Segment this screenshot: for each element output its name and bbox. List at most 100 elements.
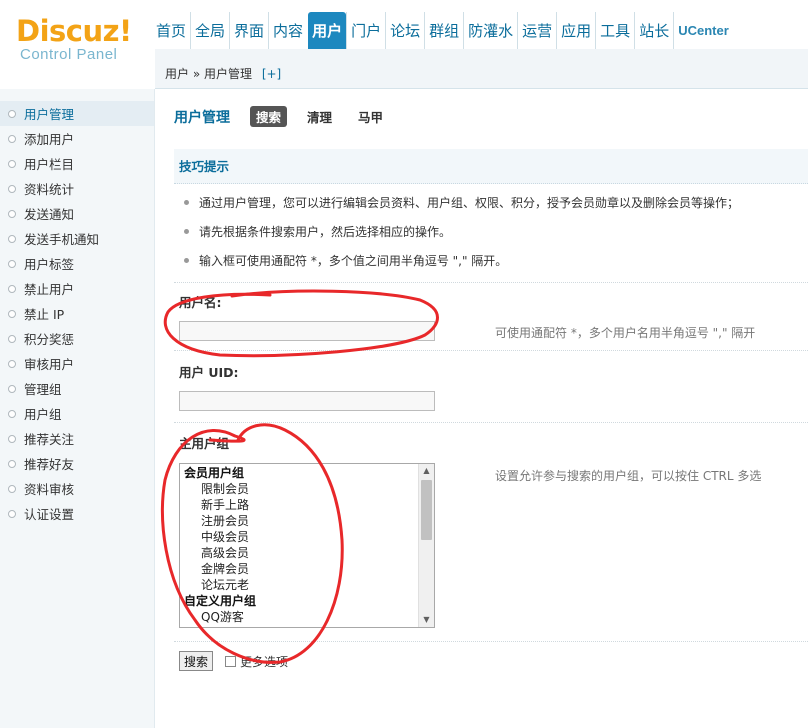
nav-item-1[interactable]: 全局 — [190, 12, 229, 49]
bullet-icon — [8, 384, 16, 393]
sidebar-item-11[interactable]: 管理组 — [0, 376, 154, 401]
sidebar-item-7[interactable]: 禁止用户 — [0, 276, 154, 301]
username-label: 用户名: — [179, 295, 222, 310]
groups-hint: 设置允许参与搜索的用户组，可以按住 CTRL 多选 — [495, 469, 762, 483]
sidebar-item-9[interactable]: 积分奖惩 — [0, 326, 154, 351]
sidebar-item-12[interactable]: 用户组 — [0, 401, 154, 426]
username-input[interactable] — [179, 321, 435, 341]
bullet-icon — [8, 509, 16, 518]
sidebar-item-16[interactable]: 认证设置 — [0, 501, 154, 526]
groups-row: 主用户组 会员用户组 限制会员 新手上路 注册会员 中级会员 高级会员 金牌会员 论坛元老 自定… — [174, 422, 808, 642]
group-option[interactable]: 新手上路 — [180, 497, 419, 513]
group-option[interactable]: 限制会员 — [180, 481, 419, 497]
more-options-checkbox[interactable] — [225, 655, 237, 667]
bullet-icon — [8, 359, 16, 368]
nav-item-10[interactable]: 应用 — [556, 12, 595, 49]
tips-box: 技巧提示 通过用户管理，您可以进行编辑会员资料、用户组、权限、积分，授予会员勋章… — [174, 149, 808, 277]
sidebar-item-label: 审核用户 — [24, 357, 75, 372]
sidebar-item-1[interactable]: 添加用户 — [0, 126, 154, 151]
breadcrumb: 用户 » 用户管理 [+] — [165, 65, 281, 82]
nav-item-4[interactable]: 用户 — [308, 12, 347, 49]
sidebar-item-10[interactable]: 审核用户 — [0, 351, 154, 376]
nav-item-5[interactable]: 门户 — [346, 12, 385, 49]
sidebar-item-label: 推荐好友 — [24, 457, 75, 472]
groups-scrollbar[interactable]: ▲ ▼ — [418, 464, 434, 627]
bullet-icon — [8, 334, 16, 343]
header: Discuz! Control Panel 首页 全局 界面 内容 用户 门户 论坛 群组 防灌… — [0, 0, 808, 89]
bullet-icon — [8, 484, 16, 493]
scroll-thumb[interactable] — [421, 480, 432, 540]
nav-item-3[interactable]: 内容 — [268, 12, 307, 49]
uid-row: 用户 UID: — [174, 350, 808, 422]
sidebar-item-label: 添加用户 — [24, 132, 75, 147]
sidebar-item-8[interactable]: 禁止 IP — [0, 301, 154, 326]
sidebar-item-label: 用户栏目 — [24, 157, 75, 172]
bullet-icon — [8, 159, 16, 168]
group-option[interactable]: QQ游客 — [180, 609, 419, 625]
sidebar-item-15[interactable]: 资料审核 — [0, 476, 154, 501]
top-nav: 首页 全局 界面 内容 用户 门户 论坛 群组 防灌水 运营 应用 工具 站长 UCenter — [152, 12, 733, 49]
bullet-icon — [8, 459, 16, 468]
sidebar-item-3[interactable]: 资料统计 — [0, 176, 154, 201]
tab-1[interactable]: 清理 — [301, 106, 338, 127]
group-option[interactable]: 高级会员 — [180, 545, 419, 561]
breadcrumb-text: 用户 » 用户管理 — [165, 67, 252, 81]
bullet-icon — [8, 209, 16, 218]
tab-2[interactable]: 马甲 — [352, 106, 389, 127]
divider — [174, 641, 808, 642]
sidebar-item-0[interactable]: 用户管理 — [0, 101, 154, 126]
bullet-icon — [8, 409, 16, 418]
nav-item-11[interactable]: 工具 — [595, 12, 634, 49]
main-content: 用户管理 搜索 清理 马甲 技巧提示 通过用户管理，您可以进行编辑会员资料、用户组、… — [156, 89, 808, 728]
nav-item-13[interactable]: UCenter — [673, 12, 733, 49]
nav-item-7[interactable]: 群组 — [424, 12, 463, 49]
scroll-down-arrow-icon[interactable]: ▼ — [419, 613, 434, 627]
tip-item: 请先根据条件搜索用户，然后选择相应的操作。 — [174, 218, 808, 247]
uid-label: 用户 UID: — [179, 365, 239, 380]
page-head: 用户管理 搜索 清理 马甲 — [174, 106, 403, 127]
sidebar-item-label: 推荐关注 — [24, 432, 75, 447]
bullet-icon — [8, 234, 16, 243]
groups-listbox[interactable]: 会员用户组 限制会员 新手上路 注册会员 中级会员 高级会员 金牌会员 论坛元老 自定义用户组 Q… — [179, 463, 435, 628]
username-hint: 可使用通配符 *，多个用户名用半角逗号 "," 隔开 — [495, 326, 756, 340]
sidebar-item-label: 管理组 — [24, 382, 62, 397]
sidebar-item-5[interactable]: 发送手机通知 — [0, 226, 154, 251]
sidebar-item-13[interactable]: 推荐关注 — [0, 426, 154, 451]
scroll-up-arrow-icon[interactable]: ▲ — [419, 464, 434, 478]
add-shortcut-link[interactable]: [+] — [262, 67, 281, 81]
sidebar-item-6[interactable]: 用户标签 — [0, 251, 154, 276]
nav-item-6[interactable]: 论坛 — [385, 12, 424, 49]
bullet-icon — [8, 134, 16, 143]
option-group-label: 自定义用户组 — [184, 594, 257, 608]
username-row: 用户名: 可使用通配符 *，多个用户名用半角逗号 "," 隔开 — [174, 282, 808, 350]
nav-item-12[interactable]: 站长 — [634, 12, 673, 49]
groups-label: 主用户组 — [179, 436, 230, 451]
tab-0[interactable]: 搜索 — [250, 106, 288, 127]
sidebar-item-4[interactable]: 发送通知 — [0, 201, 154, 226]
nav-item-8[interactable]: 防灌水 — [463, 12, 517, 49]
bullet-icon — [8, 259, 16, 268]
logo[interactable]: Discuz! Control Panel — [16, 14, 132, 63]
search-button[interactable]: 搜索 — [179, 651, 214, 671]
bullet-icon — [8, 309, 16, 318]
nav-item-9[interactable]: 运营 — [517, 12, 556, 49]
sidebar-item-2[interactable]: 用户栏目 — [0, 151, 154, 176]
sidebar-item-label: 积分奖惩 — [24, 332, 75, 347]
nav-item-2[interactable]: 界面 — [229, 12, 268, 49]
tips-list: 通过用户管理，您可以进行编辑会员资料、用户组、权限、积分，授予会员勋章以及删除会… — [174, 189, 808, 276]
groups-options: 会员用户组 限制会员 新手上路 注册会员 中级会员 高级会员 金牌会员 论坛元老 自定义用户组 Q… — [180, 464, 419, 625]
sidebar-item-label: 用户标签 — [24, 257, 75, 272]
sidebar-item-label: 资料审核 — [24, 482, 75, 497]
uid-input[interactable] — [179, 391, 435, 411]
group-option[interactable]: 中级会员 — [180, 529, 419, 545]
tips-title: 技巧提示 — [174, 149, 808, 184]
group-option[interactable]: 金牌会员 — [180, 561, 419, 577]
group-option[interactable]: 论坛元老 — [180, 577, 419, 593]
sub-tabs: 搜索 清理 马甲 — [250, 106, 403, 127]
bullet-icon — [8, 284, 16, 293]
nav-item-0[interactable]: 首页 — [152, 12, 190, 49]
sidebar-item-14[interactable]: 推荐好友 — [0, 451, 154, 476]
logo-main: Discuz! — [16, 14, 132, 48]
bullet-icon — [8, 434, 16, 443]
group-option[interactable]: 注册会员 — [180, 513, 419, 529]
